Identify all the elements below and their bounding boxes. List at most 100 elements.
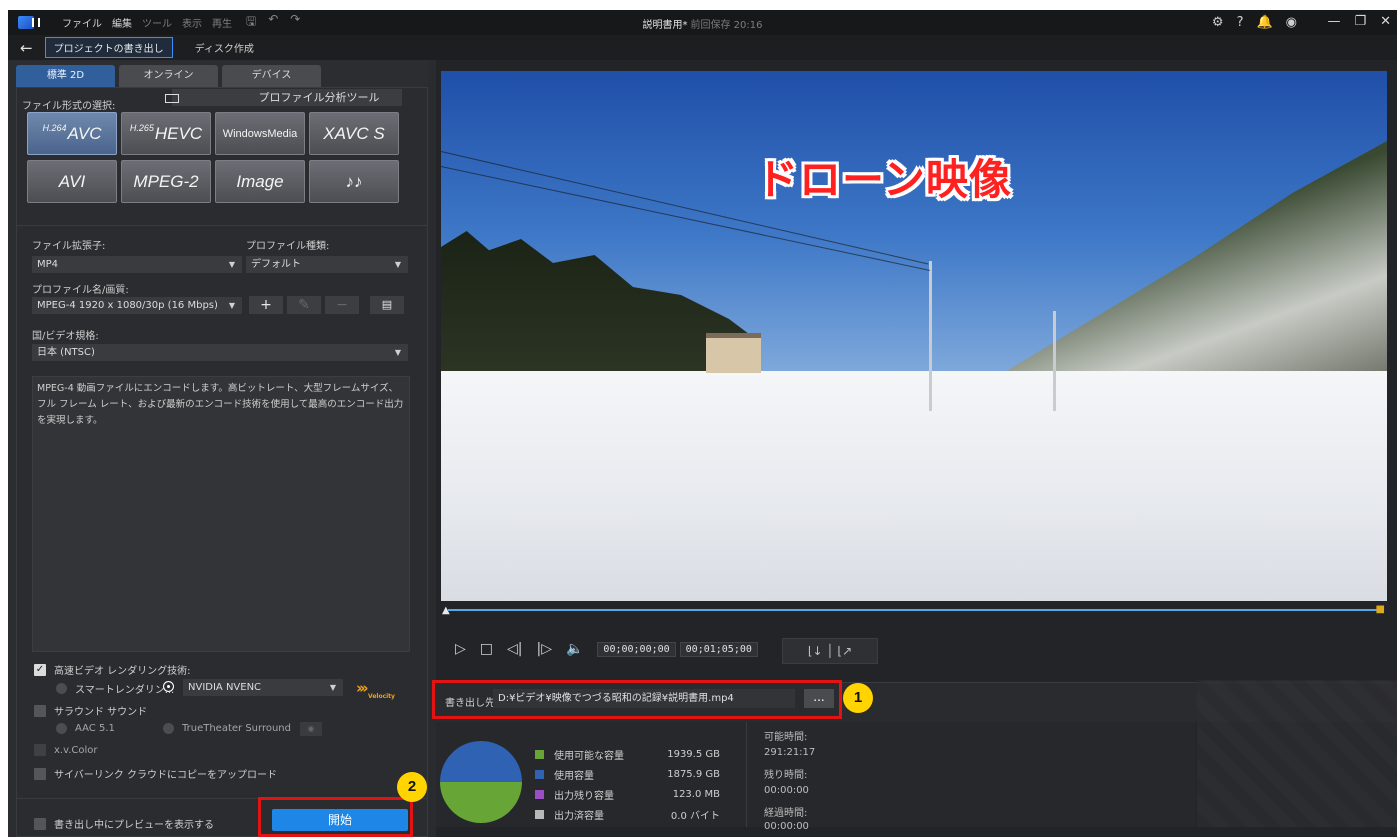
checkbox-unchecked-icon bbox=[34, 767, 46, 780]
truetheater-radio[interactable]: TrueTheater Surround bbox=[163, 723, 291, 734]
help-icon[interactable]: ? bbox=[1237, 15, 1244, 30]
format-avc-sup: H.264 bbox=[42, 122, 67, 133]
legend-swatch bbox=[535, 790, 544, 799]
add-profile-button[interactable]: + bbox=[249, 296, 283, 314]
region-label: 国/ビデオ規格: bbox=[32, 331, 99, 342]
minimize-icon[interactable]: — bbox=[1327, 14, 1340, 29]
menu-edit[interactable]: 編集 bbox=[112, 15, 132, 30]
region-dropdown[interactable]: 日本 (NTSC) ▼ bbox=[32, 344, 408, 361]
encoder-dropdown[interactable]: NVIDIA NVENC ▼ bbox=[183, 679, 343, 696]
stop-icon[interactable]: □ bbox=[480, 641, 493, 657]
available-time-label: 可能時間: bbox=[764, 732, 808, 743]
checkbox-checked-icon: ✓ bbox=[34, 663, 46, 676]
undo-icon[interactable]: ↶ bbox=[268, 12, 278, 33]
remove-profile-button[interactable]: − bbox=[325, 296, 359, 314]
format-mpeg2-button[interactable]: MPEG-2 bbox=[121, 160, 211, 203]
timeline-slider[interactable]: ▲ ■ bbox=[440, 603, 1385, 623]
notification-bell-icon[interactable]: 🔔 bbox=[1256, 15, 1272, 30]
profile-type-value: デフォルト bbox=[251, 259, 301, 270]
chevron-down-icon: ▼ bbox=[394, 348, 401, 357]
legend-swatch bbox=[535, 770, 544, 779]
chevron-down-icon: ▼ bbox=[228, 301, 235, 310]
profile-name-value: MPEG-4 1920 x 1080/30p (16 Mbps) bbox=[37, 300, 218, 311]
profile-analyzer-button[interactable]: プロファイル分析ツール bbox=[164, 89, 402, 106]
menu-file[interactable]: ファイル bbox=[62, 15, 102, 30]
velocity-label: Velocity bbox=[368, 693, 395, 700]
storage-used-label: 使用容量 bbox=[554, 771, 594, 782]
music-note-icon: ♪♪ bbox=[345, 171, 363, 191]
storage-output-done-label: 出力済容量 bbox=[554, 811, 604, 822]
encoder-radio[interactable] bbox=[163, 681, 182, 692]
remaining-time-value: 00:00:00 bbox=[764, 785, 809, 796]
tab-project-export[interactable]: プロジェクトの書き出し bbox=[44, 37, 173, 58]
smart-render-radio[interactable]: スマートレンダリン... bbox=[56, 681, 174, 696]
profile-type-dropdown[interactable]: デフォルト ▼ bbox=[246, 256, 408, 273]
preview-during-export-checkbox[interactable]: 書き出し中にプレビューを表示する bbox=[34, 816, 214, 831]
saved-info: 前回保存 20:16 bbox=[690, 20, 763, 31]
window-title: 説明書用* 前回保存 20:16 bbox=[643, 16, 763, 31]
surround-checkbox[interactable]: サラウンド サウンド bbox=[34, 703, 147, 718]
storage-output-done-value: 0.0 バイト bbox=[670, 811, 720, 822]
format-image-button[interactable]: Image bbox=[215, 160, 305, 203]
account-icon[interactable]: ◉ bbox=[1286, 15, 1297, 30]
preview-overlay-title: ドローン映像 bbox=[756, 155, 1012, 204]
doc-title: 説明書用* bbox=[642, 20, 688, 31]
tab-disc-create[interactable]: ディスク作成 bbox=[195, 40, 254, 55]
settings-gear-icon[interactable]: ⚙ bbox=[1212, 15, 1224, 30]
elapsed-time-value: 00:00:00 bbox=[764, 821, 809, 832]
storage-used-row: 使用容量 1875.9 GB bbox=[535, 767, 720, 782]
radio-off-icon bbox=[163, 723, 174, 734]
mark-in-out-button[interactable]: ⌊↓ │ ⌊↗ bbox=[782, 638, 878, 664]
xvcolor-checkbox[interactable]: x.v.Color bbox=[34, 744, 98, 756]
profile-list-button[interactable]: ▤ bbox=[370, 296, 404, 314]
format-hevc-label: HEVC bbox=[154, 123, 203, 143]
format-grid: H.264 AVC H.265 HEVC WindowsMedia XAVC S A… bbox=[27, 112, 401, 203]
format-xavcs-button[interactable]: XAVC S bbox=[309, 112, 399, 155]
close-icon[interactable]: ✕ bbox=[1380, 14, 1391, 29]
format-avi-button[interactable]: AVI bbox=[27, 160, 117, 203]
prev-frame-icon[interactable]: ◁| bbox=[507, 641, 522, 657]
menu-tools[interactable]: ツール bbox=[142, 15, 172, 30]
menu-play[interactable]: 再生 bbox=[212, 15, 232, 30]
app-logo-icon bbox=[18, 16, 40, 29]
aac-radio[interactable]: AAC 5.1 bbox=[56, 723, 115, 734]
next-frame-icon[interactable]: |▷ bbox=[537, 641, 552, 657]
annotation-badge-1: 1 bbox=[843, 683, 873, 713]
storage-output-remaining-value: 123.0 MB bbox=[672, 789, 720, 800]
profile-name-label: プロファイル名/画質: bbox=[32, 285, 129, 296]
tab-online[interactable]: オンライン bbox=[119, 65, 218, 87]
storage-output-remaining-row: 出力残り容量 123.0 MB bbox=[535, 787, 720, 802]
profile-name-dropdown[interactable]: MPEG-4 1920 x 1080/30p (16 Mbps) ▼ bbox=[32, 297, 242, 314]
redo-icon[interactable]: ↷ bbox=[290, 12, 300, 33]
format-audio-button[interactable]: ♪♪ bbox=[309, 160, 399, 203]
surround-settings-icon[interactable]: ◉ bbox=[300, 722, 322, 736]
timeline-end-marker-icon[interactable]: ■ bbox=[1376, 604, 1385, 615]
tab-standard-2d[interactable]: 標準 2D bbox=[16, 65, 115, 87]
checkbox-unchecked-icon bbox=[34, 817, 46, 830]
format-avc-button[interactable]: H.264 AVC bbox=[27, 112, 117, 155]
truetheater-label: TrueTheater Surround bbox=[182, 723, 291, 734]
chevron-down-icon: ▼ bbox=[228, 260, 235, 269]
ext-label: ファイル拡張子: bbox=[32, 241, 106, 252]
xvcolor-label: x.v.Color bbox=[54, 744, 98, 756]
restore-icon[interactable]: ❐ bbox=[1354, 14, 1366, 29]
preview-pole bbox=[929, 261, 932, 411]
volume-icon[interactable]: 🔈 bbox=[566, 641, 583, 657]
available-time-value: 291:21:17 bbox=[764, 747, 816, 758]
play-icon[interactable]: ▷ bbox=[455, 641, 466, 657]
radio-on-icon bbox=[163, 681, 174, 692]
preview-building bbox=[706, 333, 761, 373]
back-arrow-icon[interactable]: ← bbox=[20, 39, 33, 57]
ext-dropdown[interactable]: MP4 ▼ bbox=[32, 256, 242, 273]
format-hevc-button[interactable]: H.265 HEVC bbox=[121, 112, 211, 155]
tab-device[interactable]: デバイス bbox=[222, 65, 321, 87]
chevron-down-icon: ▼ bbox=[329, 683, 336, 692]
cyberlink-upload-label: サイバーリンク クラウドにコピーをアップロード bbox=[54, 770, 277, 781]
menu-view[interactable]: 表示 bbox=[182, 15, 202, 30]
edit-profile-button[interactable]: ✎ bbox=[287, 296, 321, 314]
fast-render-checkbox[interactable]: ✓ 高速ビデオ レンダリング技術: bbox=[34, 662, 191, 677]
cyberlink-upload-checkbox[interactable]: サイバーリンク クラウドにコピーをアップロード bbox=[34, 766, 277, 781]
save-icon[interactable]: 🖫 bbox=[246, 12, 256, 33]
preview-during-export-label: 書き出し中にプレビューを表示する bbox=[54, 820, 214, 831]
format-windowsmedia-button[interactable]: WindowsMedia bbox=[215, 112, 305, 155]
